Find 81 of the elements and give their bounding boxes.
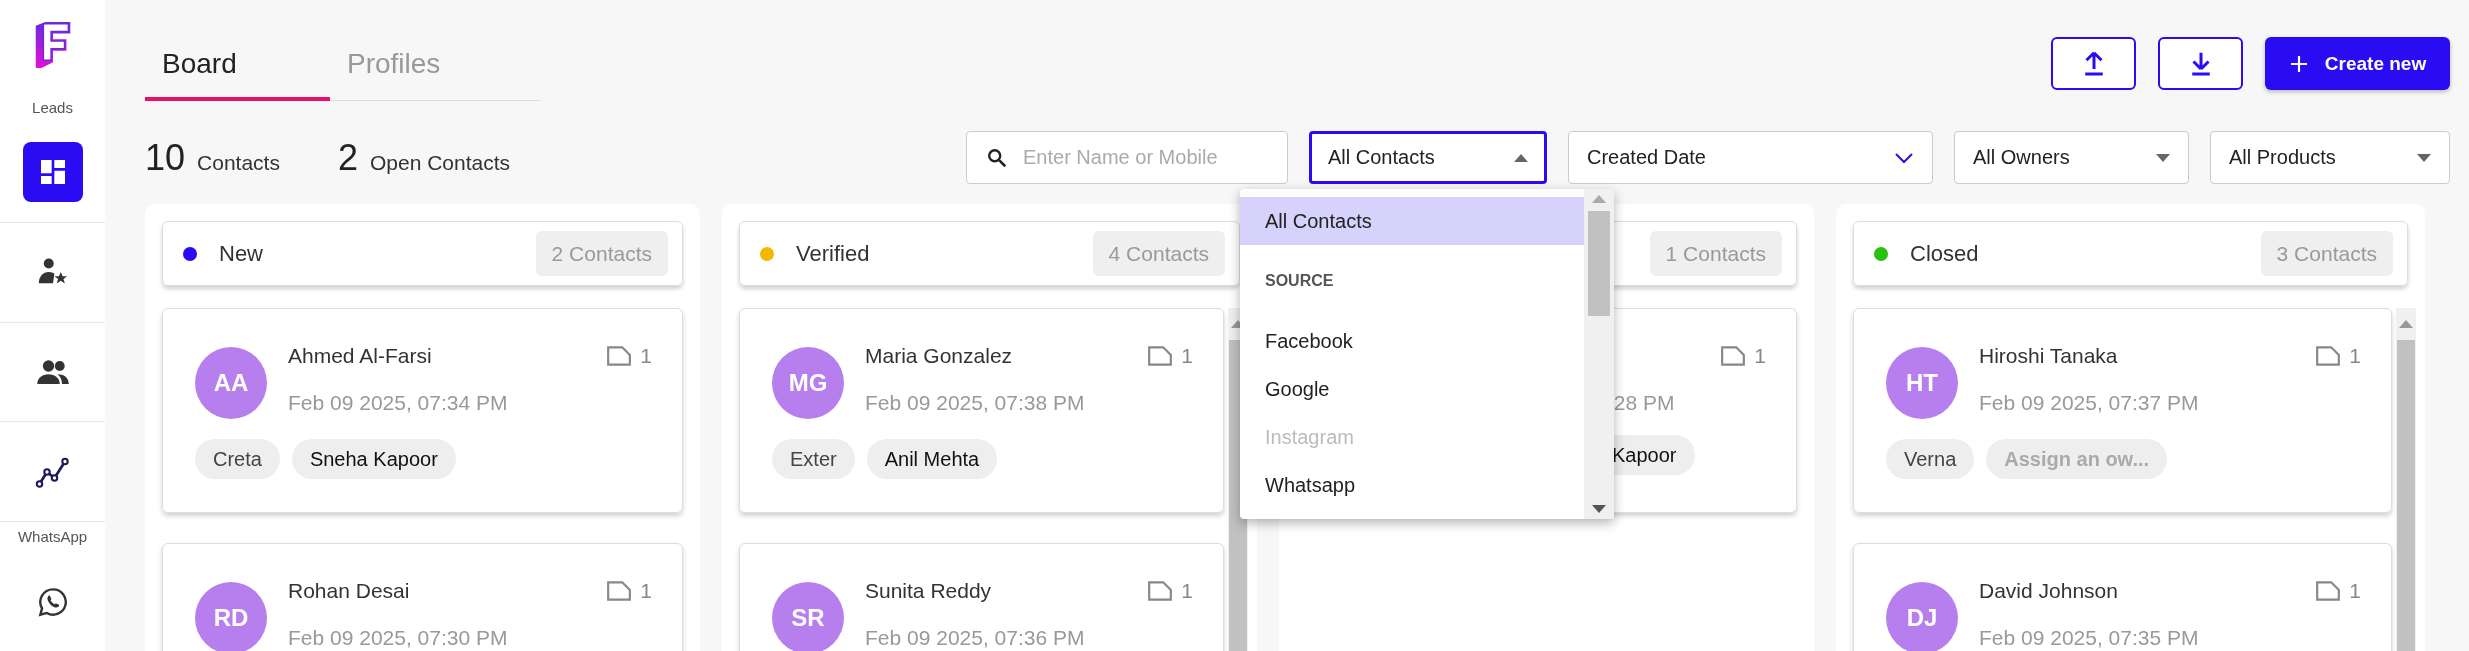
scroll-thumb[interactable] bbox=[2397, 340, 2415, 651]
car-model-tag[interactable]: Verna bbox=[1886, 439, 1975, 479]
owner-tag[interactable]: Anil Mehta bbox=[866, 439, 998, 479]
menu-item[interactable]: Google bbox=[1240, 365, 1584, 413]
avatar: DJ bbox=[1886, 582, 1958, 651]
created-date: Feb 09 2025, 07:30 PM bbox=[288, 626, 509, 650]
note-count: 1 bbox=[1181, 344, 1193, 368]
upload-button[interactable] bbox=[2051, 37, 2136, 90]
menu-item[interactable]: All Contacts bbox=[1240, 197, 1584, 245]
contact-name: Rohan Desai bbox=[288, 579, 410, 603]
note-icon bbox=[1147, 345, 1174, 367]
tab[interactable]: Board bbox=[145, 30, 330, 101]
contact-count: 10 bbox=[145, 136, 186, 179]
contact-name: Maria Gonzalez bbox=[865, 344, 1013, 368]
contact-card[interactable]: SR Sunita Reddy 1 Feb 09 2025, 07:36 PM bbox=[739, 543, 1224, 651]
filter-select[interactable]: All Owners bbox=[1954, 131, 2189, 184]
created-date: Feb 09 2025, 07:34 PM bbox=[288, 391, 509, 415]
contact-count-badge: 1 Contacts bbox=[1649, 231, 1782, 276]
contact-name: Hiroshi Tanaka bbox=[1979, 344, 2118, 368]
column-title: Verified bbox=[796, 240, 870, 267]
create-new-button[interactable]: Create new bbox=[2265, 37, 2450, 90]
note-icon bbox=[2315, 580, 2342, 602]
scroll-thumb[interactable] bbox=[1588, 211, 1610, 316]
download-button[interactable] bbox=[2158, 37, 2243, 90]
avatar: HT bbox=[1886, 347, 1958, 419]
note-icon bbox=[1147, 580, 1174, 602]
avatar: RD bbox=[195, 582, 267, 651]
note-count: 1 bbox=[2349, 344, 2361, 368]
note-icon bbox=[2315, 345, 2342, 367]
contact-name: Sunita Reddy bbox=[865, 579, 992, 603]
created-date: Feb 09 2025, 07:37 PM bbox=[1979, 391, 2200, 415]
search-field[interactable]: Enter Name or Mobile bbox=[966, 131, 1288, 184]
note-count: 1 bbox=[640, 344, 652, 368]
avatar: AA bbox=[195, 347, 267, 419]
contact-count-badge: 3 Contacts bbox=[2260, 231, 2393, 276]
avatar: MG bbox=[772, 347, 844, 419]
menu-heading: SOURCE bbox=[1264, 271, 1335, 291]
created-date: Feb 09 2025, 07:38 PM bbox=[865, 391, 1086, 415]
count-label: Open Contacts bbox=[369, 150, 511, 175]
owner-tag[interactable]: Sneha Kapoor bbox=[291, 439, 456, 479]
avatar: SR bbox=[772, 582, 844, 651]
plus-icon bbox=[2288, 53, 2309, 74]
note-icon bbox=[606, 580, 633, 602]
note-count: 1 bbox=[2349, 579, 2361, 603]
created-date: Feb 09 2025, 07:35 PM bbox=[1979, 626, 2200, 650]
contact-card[interactable]: MG Maria Gonzalez 1 Feb 09 2025, 07:38 PM Exter Anil Mehta bbox=[739, 308, 1224, 513]
contact-card[interactable]: AA Ahmed Al-Farsi 1 Feb 09 2025, 07:34 PM Creta Sneha Kapoor bbox=[162, 308, 683, 513]
car-model-tag[interactable]: Exter bbox=[772, 439, 855, 479]
chevron-down-icon bbox=[1894, 151, 1914, 164]
column-title: Closed bbox=[1910, 240, 1979, 267]
filter-select[interactable]: All Products bbox=[2210, 131, 2450, 184]
note-count: 1 bbox=[1181, 579, 1193, 603]
filter-select[interactable]: Created Date bbox=[1568, 131, 1933, 184]
contact-card[interactable]: RD Rohan Desai 1 Feb 09 2025, 07:30 PM bbox=[162, 543, 683, 651]
search-icon bbox=[986, 147, 1008, 169]
menu-item[interactable]: Facebook bbox=[1240, 317, 1584, 365]
contact-name: David Johnson bbox=[1979, 579, 2118, 603]
menu-item[interactable]: Whatsapp bbox=[1240, 461, 1584, 509]
contact-name: Ahmed Al-Farsi bbox=[288, 344, 432, 368]
section-label: WhatsApp bbox=[17, 527, 88, 548]
car-model-tag[interactable]: Creta bbox=[195, 439, 280, 479]
note-icon bbox=[1720, 345, 1747, 367]
section-label: Leads bbox=[32, 97, 73, 118]
whatsapp-icon bbox=[36, 585, 69, 618]
note-count: 1 bbox=[1754, 344, 1766, 368]
contact-count-badge: 4 Contacts bbox=[1092, 231, 1225, 276]
contact-count: 2 bbox=[337, 136, 358, 179]
sidebar-item[interactable] bbox=[22, 142, 83, 203]
column-title: New bbox=[219, 240, 263, 267]
created-date: Feb 09 2025, 07:36 PM bbox=[865, 626, 1086, 650]
contact-card[interactable]: DJ David Johnson 1 Feb 09 2025, 07:35 PM bbox=[1853, 543, 2392, 651]
count-label: Contacts bbox=[197, 150, 280, 175]
note-count: 1 bbox=[640, 579, 652, 603]
contact-count-badge: 2 Contacts bbox=[535, 231, 668, 276]
caret-down-icon bbox=[2417, 153, 2431, 162]
scroll-down-icon[interactable] bbox=[1592, 505, 1606, 513]
filter-select[interactable]: All Contacts bbox=[1309, 131, 1547, 184]
caret-up-icon bbox=[1514, 153, 1528, 162]
caret-down-icon bbox=[2156, 153, 2170, 162]
note-icon bbox=[606, 345, 633, 367]
contact-card[interactable]: HT Hiroshi Tanaka 1 Feb 09 2025, 07:37 PM Verna Assign an ow... bbox=[1853, 308, 2392, 513]
